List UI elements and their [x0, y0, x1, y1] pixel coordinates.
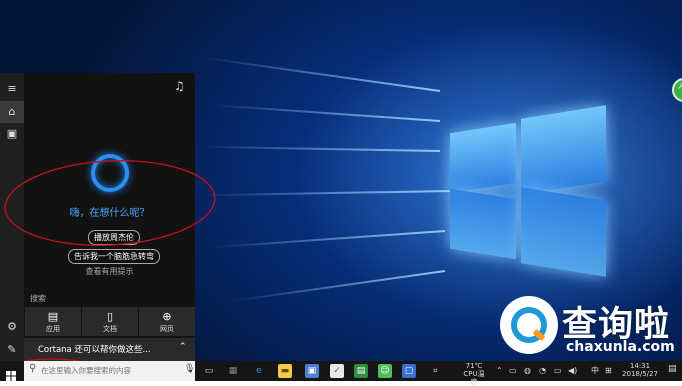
- ime-indicator[interactable]: 中: [591, 364, 599, 378]
- start-rail: ≡ ⌂ ▣ ⚙ ✎: [0, 73, 24, 361]
- notebook-icon[interactable]: ▣: [0, 123, 24, 145]
- wechat-icon[interactable]: ☺: [378, 364, 392, 378]
- logo-pane: [521, 187, 606, 277]
- cortana-panel: ♫ 嗨，在想什么呢？ 播放周杰伦 告诉我一个脑筋急转弯 查看有用提示 搜索 ▤ …: [24, 73, 195, 361]
- notification-center-icon[interactable]: ▤: [668, 364, 677, 374]
- apps-grid-icon[interactable]: ▦: [226, 364, 240, 378]
- app-green-icon[interactable]: ▤: [354, 364, 368, 378]
- category-label: 应用: [46, 325, 60, 333]
- search-input[interactable]: [41, 364, 181, 377]
- logo-pane: [450, 122, 516, 194]
- suggestion-chip-riddle[interactable]: 告诉我一个脑筋急转弯: [68, 249, 160, 264]
- document-icon: ▯: [106, 310, 114, 323]
- category-label: 网页: [160, 325, 174, 333]
- clock-date: 2018/5/27: [622, 370, 658, 378]
- app-window-icon[interactable]: ▢: [402, 364, 416, 378]
- chevron-up-icon[interactable]: ⌃: [496, 364, 503, 378]
- start-button[interactable]: [0, 361, 22, 381]
- light-beam: [200, 190, 451, 197]
- watermark-logo-icon: [500, 296, 558, 354]
- category-apps-button[interactable]: ▤ 应用: [25, 307, 81, 336]
- cpu-label: CPU温度: [463, 370, 485, 386]
- floating-tool-ball-icon[interactable]: ↗: [672, 78, 682, 102]
- settings-icon[interactable]: ⚙: [0, 316, 24, 338]
- volume-icon[interactable]: ◀): [568, 364, 577, 378]
- clock-time: 14:31: [629, 362, 651, 370]
- windows-start-icon: [6, 366, 16, 381]
- light-beam: [210, 103, 441, 122]
- light-beam: [210, 230, 446, 249]
- music-note-icon[interactable]: ♫: [174, 79, 185, 93]
- tray-tool-icon[interactable]: ⌗: [433, 364, 438, 378]
- cortana-ring-icon: [91, 154, 129, 192]
- edge-browser-icon[interactable]: e: [252, 364, 266, 378]
- logo-pane: [521, 105, 606, 195]
- taskbar: ⚲ 🎙 ▭ ▦ e ▬ ▣ ✓ ▤ ☺ ▢ ⌗ 71℃ CPU温度 ⌃ ▭ ◍ …: [0, 361, 682, 386]
- home-icon[interactable]: ⌂: [0, 101, 24, 123]
- light-beam: [200, 145, 441, 152]
- network-icon[interactable]: ▭: [509, 364, 517, 378]
- apps-icon: ▤: [47, 310, 59, 323]
- app-check-icon[interactable]: ✓: [330, 364, 344, 378]
- light-beam: [231, 270, 446, 302]
- microphone-icon[interactable]: 🎙: [184, 364, 195, 374]
- globe-icon: ⊕: [162, 310, 172, 323]
- search-icon: ⚲: [29, 363, 37, 374]
- chevron-up-icon: ⌃: [179, 342, 187, 352]
- monitor-icon[interactable]: ▭: [554, 364, 562, 378]
- cortana-hint-bar[interactable]: Cortana 还可以帮你做这些... ⌃: [24, 338, 195, 361]
- category-label: 文档: [103, 325, 117, 333]
- clock[interactable]: 14:31 2018/5/27: [618, 362, 662, 378]
- app-blue-icon[interactable]: ▣: [305, 364, 319, 378]
- logo-pane: [450, 188, 516, 260]
- security-icon[interactable]: ◍: [524, 364, 531, 378]
- app-tray-icon[interactable]: ◔: [539, 364, 546, 378]
- cortana-hint-text: Cortana 还可以帮你做这些...: [38, 345, 151, 355]
- cortana-greeting: 嗨，在想什么呢？: [69, 208, 150, 219]
- taskbar-search-box[interactable]: ⚲ 🎙: [24, 361, 195, 381]
- watermark-url: chaxunla.com: [566, 339, 675, 355]
- temperature-value: 71℃: [465, 362, 483, 370]
- input-method-icon[interactable]: ⊞: [605, 364, 612, 378]
- category-documents-button[interactable]: ▯ 文档: [82, 307, 138, 336]
- category-web-button[interactable]: ⊕ 网页: [139, 307, 195, 336]
- suggestion-chip-play-music[interactable]: 播放周杰伦: [88, 230, 140, 245]
- task-view-icon[interactable]: ▭: [202, 364, 216, 378]
- hamburger-icon[interactable]: ≡: [0, 78, 24, 100]
- cpu-temperature: 71℃ CPU温度: [461, 362, 487, 386]
- file-explorer-icon[interactable]: ▬: [278, 364, 292, 378]
- feedback-icon[interactable]: ✎: [0, 339, 24, 361]
- light-beam: [202, 56, 441, 92]
- more-tips-link[interactable]: 查看有用提示: [24, 266, 195, 277]
- search-heading: 搜索: [30, 294, 46, 303]
